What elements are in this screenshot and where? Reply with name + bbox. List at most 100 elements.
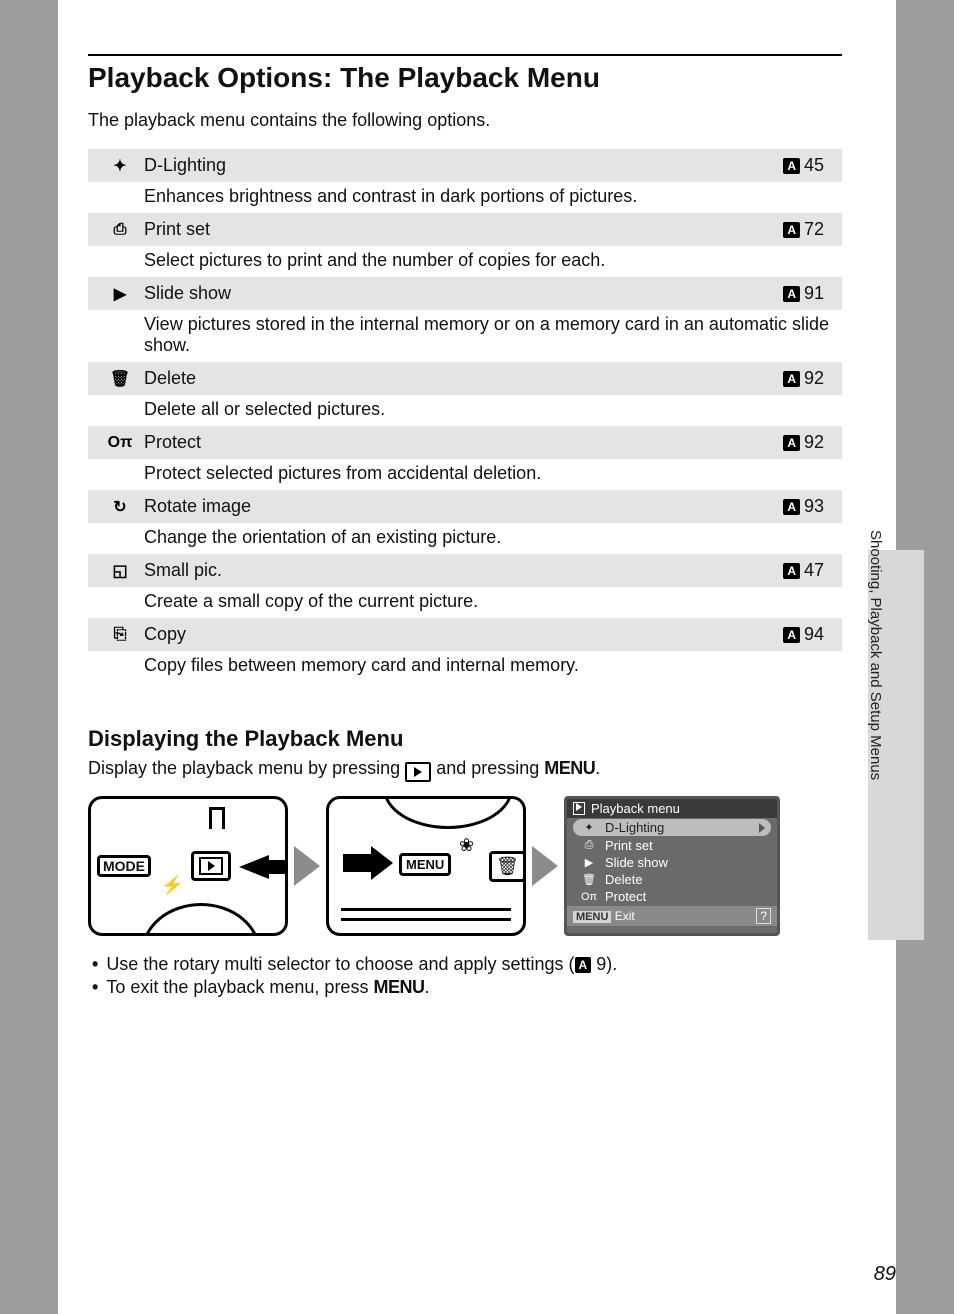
diagram-camera-back-b: MENU ❀ 🗑 [326, 796, 526, 936]
menu-label-inline: MENU [544, 758, 595, 778]
option-header-row: ⎙Print setA72 [88, 213, 842, 246]
note-a-post: ). [606, 954, 617, 974]
side-section-label: Shooting, Playback and Setup Menus [867, 530, 884, 780]
dial-icon [383, 796, 513, 829]
screen-menu-item: ✦ D-Lighting [573, 819, 771, 836]
playback-icon [405, 762, 431, 782]
xref-icon: A [575, 957, 592, 973]
playback-button-icon [191, 851, 231, 881]
xref-icon: A [783, 158, 800, 174]
option-header-row: ◱Small pic.A47 [88, 554, 842, 587]
option-desc-row: Enhances brightness and contrast in dark… [88, 182, 842, 213]
option-description: View pictures stored in the internal mem… [96, 314, 834, 356]
intro-text: The playback menu contains the following… [88, 110, 842, 131]
note-b-post: . [424, 977, 429, 997]
macro-icon: ❀ [459, 835, 474, 856]
xref-icon: A [783, 371, 800, 387]
screen-item-label: D-Lighting [605, 820, 664, 835]
option-icon: ⎙ [96, 221, 144, 239]
option-desc-row: Create a small copy of the current pictu… [88, 587, 842, 618]
option-desc-row: Change the orientation of an existing pi… [88, 523, 842, 554]
screen-item-label: Slide show [605, 855, 668, 870]
option-description: Change the orientation of an existing pi… [96, 527, 834, 548]
option-icon: ▶ [96, 284, 144, 304]
screen-item-icon: ✦ [581, 821, 597, 834]
option-icon: ✦ [96, 156, 144, 176]
option-name: Print set [144, 219, 783, 240]
option-description: Protect selected pictures from accidenta… [96, 463, 834, 484]
screen-menu-item: ▶ Slide show [567, 854, 777, 871]
step-arrow-icon [294, 846, 320, 886]
option-icon: Oπ [96, 434, 144, 452]
notes-list: Use the rotary multi selector to choose … [88, 954, 842, 998]
option-header-row: OπProtectA92 [88, 426, 842, 459]
list-item: To exit the playback menu, press MENU. [92, 977, 842, 998]
press-arrow-icon [343, 854, 373, 872]
option-name: Small pic. [144, 560, 783, 581]
subheading-text: Display the playback menu by pressing an… [88, 758, 842, 782]
xref-icon: A [783, 222, 800, 238]
manual-page: Playback Options: The Playback Menu The … [58, 0, 896, 1314]
options-table: ✦D-LightingA45Enhances brightness and co… [88, 149, 842, 682]
line-icon [341, 918, 511, 921]
option-page: 72 [804, 219, 834, 240]
option-desc-row: Protect selected pictures from accidenta… [88, 459, 842, 490]
footer-menu-tag: MENU [573, 911, 611, 923]
xref-icon: A [783, 563, 800, 579]
diagram-camera-back-a: MODE ⚡ [88, 796, 288, 936]
option-header-row: ↻Rotate imageA93 [88, 490, 842, 523]
screen-menu-item: ⎙Print set [567, 837, 777, 854]
help-icon: ? [756, 908, 771, 924]
option-page: 93 [804, 496, 834, 517]
xref-icon: A [783, 435, 800, 451]
option-icon: 🗑 [96, 369, 144, 389]
option-description: Enhances brightness and contrast in dark… [96, 186, 834, 207]
wheel-icon [141, 903, 261, 936]
screen-item-icon: Oπ [581, 891, 597, 903]
subheading: Displaying the Playback Menu [88, 726, 842, 752]
option-desc-row: Copy files between memory card and inter… [88, 651, 842, 682]
subtext-part-b: and pressing [436, 758, 544, 778]
menu-button-icon: MENU [399, 853, 451, 876]
option-header-row: ⎘CopyA94 [88, 618, 842, 651]
subtext-part-a: Display the playback menu by pressing [88, 758, 405, 778]
note-a-pre: Use the rotary multi selector to choose … [106, 954, 574, 974]
subtext-part-c: . [595, 758, 600, 778]
screen-item-label: Delete [605, 872, 643, 887]
press-arrow-icon [239, 855, 269, 879]
screen-item-icon: 🗑 [581, 873, 597, 886]
option-name: Copy [144, 624, 783, 645]
screen-item-label: Protect [605, 889, 646, 904]
diagram-screen: Playback menu ✦ D-Lighting ⎙Print set ▶ Slid… [564, 796, 780, 936]
option-description: Create a small copy of the current pictu… [96, 591, 834, 612]
screen-footer: MENU Exit ? [567, 906, 777, 926]
option-page: 91 [804, 283, 834, 304]
option-description: Copy files between memory card and inter… [96, 655, 834, 676]
option-page: 45 [804, 155, 834, 176]
option-page: 94 [804, 624, 834, 645]
screen-titlebar: Playback menu [567, 799, 777, 818]
option-name: D-Lighting [144, 155, 783, 176]
option-page: 92 [804, 432, 834, 453]
option-desc-row: View pictures stored in the internal mem… [88, 310, 842, 362]
option-icon: ↻ [96, 497, 144, 517]
option-page: 92 [804, 368, 834, 389]
screen-item-icon: ⎙ [581, 839, 597, 852]
xref-icon: A [783, 627, 800, 643]
list-item: Use the rotary multi selector to choose … [92, 954, 842, 975]
screen-item-icon: ▶ [581, 856, 597, 869]
note-a-page: 9 [596, 954, 606, 974]
mode-button-icon: MODE [97, 855, 151, 877]
page-number: 89 [874, 1263, 896, 1286]
xref-icon: A [783, 286, 800, 302]
menu-label-inline: MENU [373, 977, 424, 997]
line-icon [341, 908, 511, 911]
option-icon: ⎘ [96, 626, 144, 644]
playback-icon [573, 802, 585, 815]
trash-button-icon: 🗑 [489, 851, 526, 882]
page-title: Playback Options: The Playback Menu [88, 62, 842, 94]
option-page: 47 [804, 560, 834, 581]
option-header-row: 🗑DeleteA92 [88, 362, 842, 395]
option-header-row: ✦D-LightingA45 [88, 149, 842, 182]
option-name: Rotate image [144, 496, 783, 517]
